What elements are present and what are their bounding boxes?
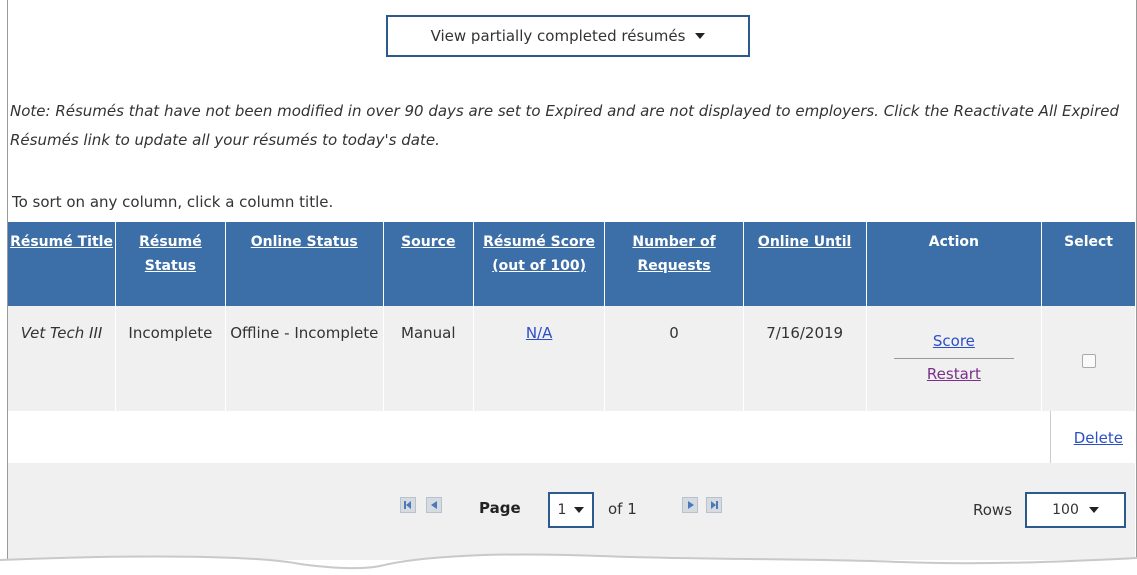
column-header-title[interactable]: Résumé Title xyxy=(8,222,116,306)
expired-note: Note: Résumés that have not been modifie… xyxy=(10,102,1120,149)
score-na-link[interactable]: N/A xyxy=(526,324,553,342)
divider xyxy=(1050,411,1051,463)
column-header-score[interactable]: Résumé Score (out of 100) xyxy=(472,222,605,306)
action-divider xyxy=(893,358,1014,359)
sort-hint: To sort on any column, click a column ti… xyxy=(12,193,334,211)
column-header-online-until[interactable]: Online Until xyxy=(742,222,867,306)
next-page-icon[interactable] xyxy=(682,497,698,513)
resume-status-cell: Incomplete xyxy=(115,306,226,425)
source-cell: Manual xyxy=(382,306,474,425)
chevron-down-icon xyxy=(574,507,585,513)
column-header-source[interactable]: Source xyxy=(382,222,474,306)
requests-cell: 0 xyxy=(604,306,744,425)
view-resumes-dropdown[interactable]: View partially completed résumés xyxy=(386,15,750,57)
first-page-icon[interactable] xyxy=(400,497,416,513)
page-number-dropdown[interactable]: 1 xyxy=(548,492,594,528)
select-cell xyxy=(1041,306,1135,425)
view-resumes-dropdown-label: View partially completed résumés xyxy=(430,27,686,45)
score-link[interactable]: Score xyxy=(933,332,975,350)
delete-row: Delete xyxy=(8,411,1135,463)
table-row: Vet Tech III Incomplete Offline - Incomp… xyxy=(8,306,1135,425)
torn-edge-decoration xyxy=(0,553,1137,575)
last-page-icon[interactable] xyxy=(706,497,722,513)
page-count-label: of 1 xyxy=(608,500,637,518)
column-header-online-status[interactable]: Online Status xyxy=(224,222,384,306)
select-checkbox[interactable] xyxy=(1081,354,1096,368)
column-header-requests[interactable]: Number of Requests xyxy=(604,222,744,306)
column-header-status[interactable]: Résumé Status xyxy=(115,222,226,306)
resume-title-cell: Vet Tech III xyxy=(8,306,116,425)
previous-page-icon[interactable] xyxy=(426,497,442,513)
rows-label: Rows xyxy=(973,501,1013,519)
delete-link[interactable]: Delete xyxy=(1074,429,1123,447)
rows-per-page-dropdown[interactable]: 100 xyxy=(1025,492,1126,528)
online-until-cell: 7/16/2019 xyxy=(742,306,867,425)
page-number-value: 1 xyxy=(557,502,567,518)
rows-per-page-value: 100 xyxy=(1052,502,1079,518)
table-header-row: Résumé Title Résumé Status Online Status… xyxy=(8,222,1135,306)
chevron-down-icon xyxy=(1088,507,1099,513)
online-status-cell: Offline - Incomplete xyxy=(224,306,384,425)
score-cell: N/A xyxy=(472,306,605,425)
restart-link[interactable]: Restart xyxy=(927,365,981,383)
resume-table: Résumé Title Résumé Status Online Status… xyxy=(8,222,1135,425)
column-header-select: Select xyxy=(1041,222,1135,306)
chevron-down-icon xyxy=(695,33,706,39)
page-label: Page xyxy=(479,499,521,517)
column-header-action: Action xyxy=(865,222,1042,306)
action-cell: Score Restart xyxy=(865,306,1042,425)
